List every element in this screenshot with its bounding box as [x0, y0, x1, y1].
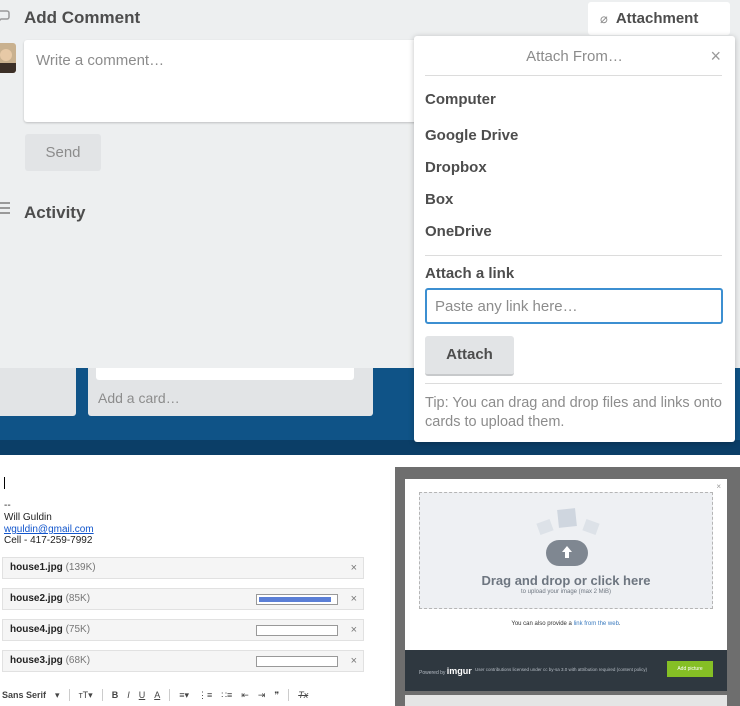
photo-icon — [582, 518, 600, 536]
source-dropbox[interactable]: Dropbox — [425, 159, 487, 176]
divider — [425, 383, 722, 384]
align-icon[interactable]: ≡▾ — [179, 690, 189, 701]
attachment-size: (68K) — [65, 655, 91, 666]
bulleted-list-icon[interactable]: ∷≡ — [221, 690, 232, 701]
italic-button[interactable]: I — [127, 690, 130, 700]
dropzone-title: Drag and drop or click here — [481, 573, 651, 588]
separator — [0, 455, 740, 465]
license-text: User contributions licensed under cc by-… — [475, 667, 648, 672]
trello-window: Add a card… Add Comment Write a comment…… — [0, 0, 740, 455]
attachment-row: house3.jpg (68K) × — [2, 650, 364, 672]
avatar — [0, 43, 16, 73]
source-google-drive[interactable]: Google Drive — [425, 127, 518, 144]
close-icon[interactable]: × — [710, 46, 721, 67]
attachment-row: house4.jpg (75K) × — [2, 619, 364, 641]
font-select[interactable]: Sans Serif — [2, 690, 46, 700]
powered-by-label: Powered by — [419, 670, 446, 676]
gmail-compose: -- Will Guldin wguldin@gmail.com Cell - … — [0, 465, 370, 706]
attach-link-title: Attach a link — [425, 265, 515, 282]
divider — [425, 255, 722, 256]
attachment-row: house2.jpg (85K) × — [2, 588, 364, 610]
attachment-label: Attachment — [615, 10, 699, 27]
indent-less-icon[interactable]: ⇤ — [241, 690, 249, 701]
attachment-row: house1.jpg (139K) × — [2, 557, 364, 579]
imgur-footer: Powered by imgur User contributions lice… — [405, 650, 727, 691]
signature-cell: Cell - 417-259-7992 — [4, 535, 93, 546]
underline-button[interactable]: U — [139, 690, 146, 700]
attach-popover: Attach From… × Computer Google Drive Dro… — [414, 36, 735, 442]
attachment-name[interactable]: house4.jpg — [10, 624, 63, 635]
text-cursor — [4, 477, 5, 489]
attachment-size: (85K) — [65, 593, 91, 604]
activity-icon — [0, 202, 10, 218]
upload-progress-bar — [256, 594, 338, 605]
signature-name: Will Guldin — [4, 512, 52, 523]
web-link[interactable]: link from the web — [574, 621, 619, 627]
indent-more-icon[interactable]: ⇥ — [258, 690, 266, 701]
imgur-overlay: × Drag and drop or click here to upload … — [395, 467, 740, 706]
text-size-icon[interactable]: ᴛT▾ — [79, 690, 93, 701]
source-computer[interactable]: Computer — [425, 91, 496, 108]
attachment-name[interactable]: house1.jpg — [10, 562, 63, 573]
send-button[interactable]: Send — [25, 134, 101, 171]
weblink-prefix: You can also provide a — [511, 621, 572, 627]
numbered-list-icon[interactable]: ⋮≡ — [198, 690, 212, 701]
imgur-logo: imgur — [446, 666, 472, 676]
source-onedrive[interactable]: OneDrive — [425, 223, 492, 240]
upload-arrow-icon — [562, 546, 572, 558]
tip-text: Tip: You can drag and drop files and lin… — [425, 395, 722, 430]
attachment-name[interactable]: house3.jpg — [10, 655, 63, 666]
attachment-size: (75K) — [65, 624, 91, 635]
photo-icon — [536, 518, 554, 536]
attachment-name[interactable]: house2.jpg — [10, 593, 63, 604]
add-picture-button[interactable]: Add picture — [667, 661, 713, 677]
dropzone-subtitle: to upload your image (max 2 MiB) — [520, 589, 612, 595]
text-color-button[interactable]: A — [154, 690, 160, 700]
upload-progress-bar — [256, 656, 338, 667]
attachment-size: (139K) — [65, 562, 96, 573]
activity-title: Activity — [24, 203, 86, 222]
powered-by: Powered by imgur — [419, 666, 472, 676]
weblink-text: You can also provide a link from the web… — [511, 621, 621, 627]
signature-dashes: -- — [4, 500, 11, 511]
board-bottom-bar — [0, 440, 740, 455]
source-box[interactable]: Box — [425, 191, 453, 208]
upload-progress-bar — [256, 625, 338, 636]
signature-email-link[interactable]: wguldin@gmail.com — [4, 524, 94, 535]
divider — [425, 75, 722, 76]
upload-dropzone[interactable]: Drag and drop or click here to upload yo… — [419, 492, 713, 609]
popover-title: Attach From… — [526, 48, 623, 65]
comment-input[interactable]: Write a comment… — [24, 40, 444, 122]
comment-icon — [0, 10, 10, 22]
imgur-bottom-strip — [405, 695, 727, 706]
bold-button[interactable]: B — [112, 690, 119, 700]
upload-progress-fill — [259, 597, 331, 602]
link-input[interactable] — [425, 288, 723, 324]
clear-format-icon[interactable]: Tx — [298, 690, 308, 700]
attachment-button[interactable]: ⌀ Attachment — [588, 2, 730, 35]
attach-button[interactable]: Attach — [425, 336, 514, 376]
add-comment-title: Add Comment — [24, 8, 141, 27]
remove-attachment-icon[interactable]: × — [351, 655, 357, 667]
remove-attachment-icon[interactable]: × — [351, 562, 357, 574]
imgur-upload-modal: × Drag and drop or click here to upload … — [405, 479, 727, 691]
add-card-link[interactable]: Add a card… — [98, 390, 180, 406]
remove-attachment-icon[interactable]: × — [351, 593, 357, 605]
remove-attachment-icon[interactable]: × — [351, 624, 357, 636]
quote-icon[interactable]: ❞ — [274, 690, 279, 701]
paperclip-icon: ⌀ — [600, 11, 608, 26]
close-icon[interactable]: × — [716, 482, 721, 491]
formatting-toolbar: Sans Serif ▾ ᴛT▾ B I U A ≡▾ ⋮≡ ∷≡ ⇤ ⇥ ❞ … — [2, 685, 364, 705]
chevron-down-icon[interactable]: ▾ — [55, 690, 60, 701]
photo-icon — [557, 508, 577, 528]
